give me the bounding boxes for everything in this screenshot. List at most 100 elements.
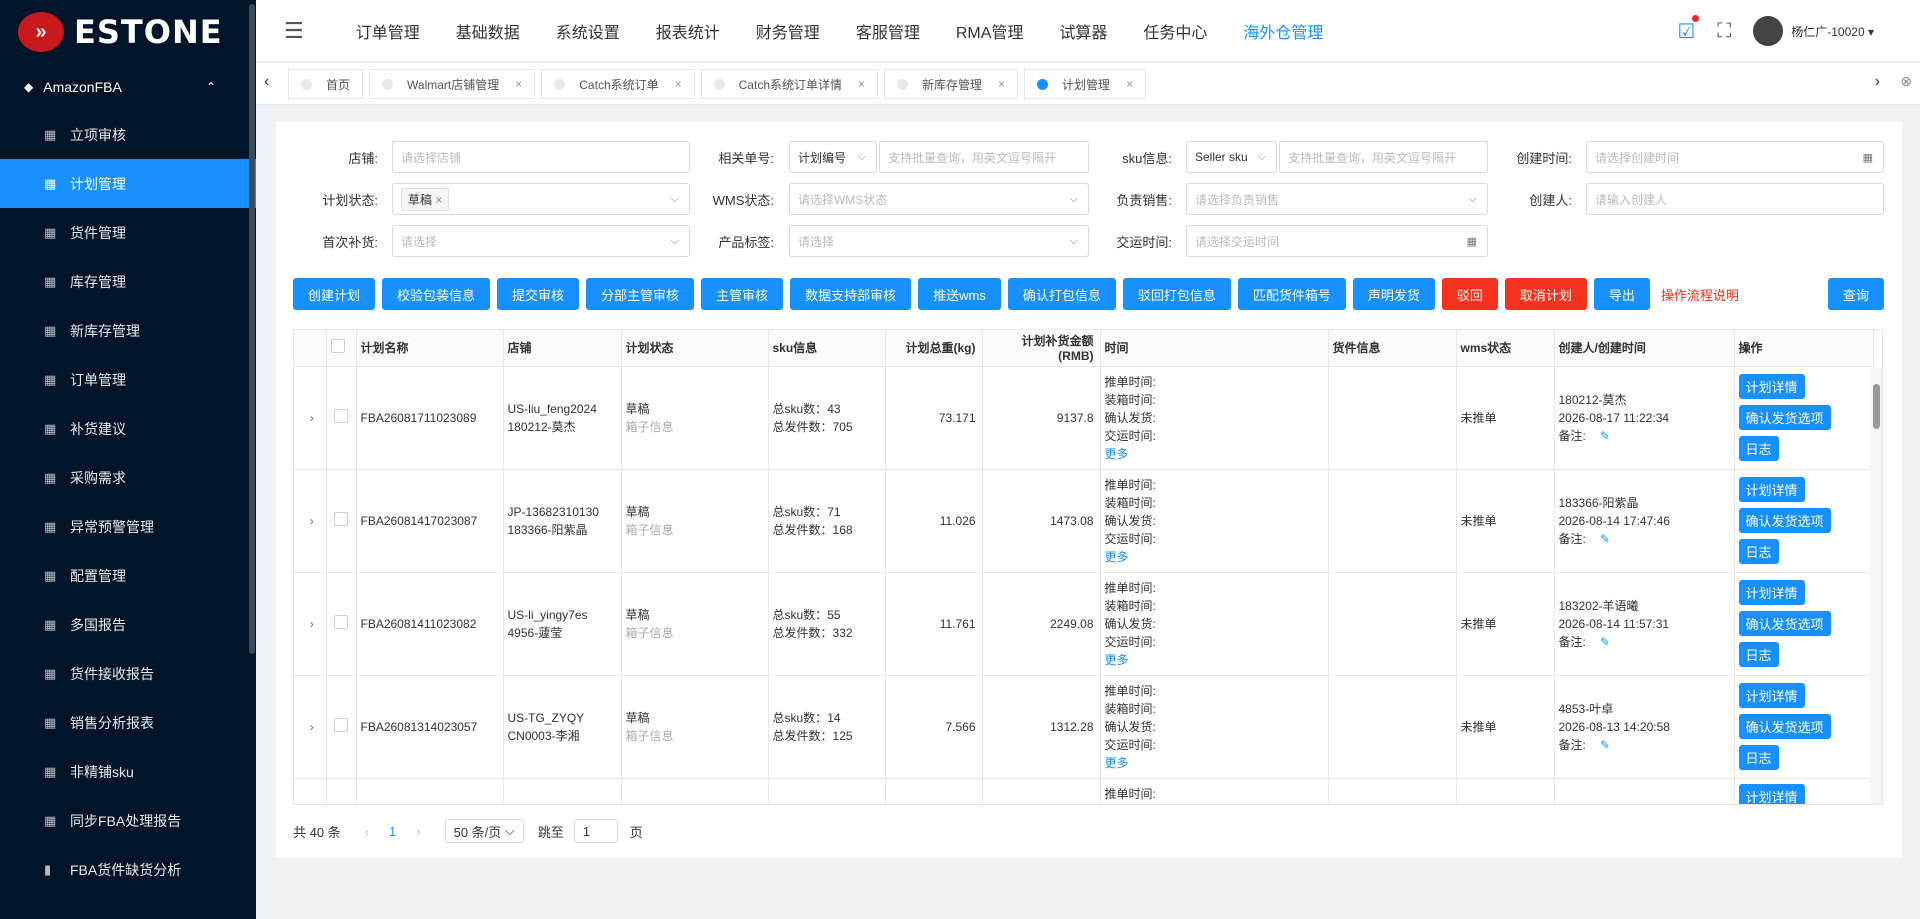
sidebar-item[interactable]: ▦ 配置管理 [0,551,256,600]
close-icon[interactable]: × [858,77,865,91]
close-icon[interactable]: × [998,77,1005,91]
log-button[interactable]: 日志 [1738,745,1779,770]
log-button[interactable]: 日志 [1738,539,1779,564]
sidebar-item[interactable]: ▦ 新库存管理 [0,306,256,355]
expand-row-icon[interactable]: › [310,720,314,734]
fullscreen-icon[interactable]: ⛶ [1717,20,1731,43]
tabs-scroll-left-icon[interactable]: ‹ [264,73,269,91]
tab-item[interactable]: 新库存管理 × [884,69,1019,99]
tab-item[interactable]: 首页 [288,69,364,99]
top-nav-item[interactable]: 试算器 [1059,19,1107,43]
menu-toggle-icon[interactable]: ☰ [284,18,304,44]
edit-pencil-icon[interactable]: ✎ [1600,635,1610,649]
sku-input[interactable]: 支持批量查询，用英文逗号隔开 [1279,141,1488,173]
plan-detail-button[interactable]: 计划详情 [1738,374,1805,399]
action-button[interactable]: 声明发货 [1352,278,1435,310]
table-scrollbar[interactable] [1870,368,1882,804]
ship-time-picker[interactable]: 请选择交运时间 ▦ [1186,225,1488,257]
top-nav-item[interactable]: 客服管理 [856,19,920,43]
tabs-scroll-right-icon[interactable]: › [1875,73,1880,91]
top-nav-item[interactable]: 基础数据 [456,19,520,43]
sidebar-scrollbar[interactable] [249,4,255,654]
expand-row-icon[interactable]: › [310,514,314,528]
edit-pencil-icon[interactable]: ✎ [1600,738,1610,752]
sidebar-item[interactable]: ▦ 同步FBA处理报告 [0,796,256,845]
sidebar-item[interactable]: ▮ FBA货件缺货分析 [0,845,256,894]
sidebar-item[interactable]: ▦ 采购需求 [0,453,256,502]
creator-input[interactable]: 请输入创建人 [1586,183,1884,215]
row-checkbox[interactable] [334,615,348,629]
plan-status-select[interactable]: 草稿 × ⌵ [392,183,690,215]
query-button[interactable]: 查询 [1828,278,1885,310]
confirm-ship-options-button[interactable]: 确认发货选项 [1738,508,1831,533]
close-icon[interactable]: × [515,77,522,91]
select-all-checkbox[interactable] [330,339,345,354]
tab-item[interactable]: Walmart店铺管理 × [369,69,536,99]
next-page-icon[interactable]: › [416,824,420,839]
sidebar-item[interactable]: ▦ 订单管理 [0,355,256,404]
sidebar-item[interactable]: ▦ 多国报告 [0,600,256,649]
sidebar-item[interactable]: ▦ 货件接收报告 [0,649,256,698]
top-nav-item[interactable]: 财务管理 [756,19,820,43]
top-nav-item[interactable]: 报表统计 [656,19,720,43]
top-nav-item[interactable]: 海外仓管理 [1243,19,1323,43]
tab-item[interactable]: Catch系统订单详情 × [700,69,879,99]
action-button[interactable]: 主管审核 [701,278,784,310]
expand-row-icon[interactable]: › [310,617,314,631]
help-link[interactable]: 操作流程说明 [1661,278,1739,310]
task-list-icon[interactable]: ☑ [1677,14,1700,44]
sidebar-item[interactable]: ▦ 异常预警管理 [0,502,256,551]
user-name[interactable]: 杨仁广-10020 ▾ [1791,23,1874,40]
avatar[interactable] [1753,16,1784,46]
top-nav-item[interactable]: 系统设置 [556,19,620,43]
jump-input[interactable]: 1 [573,819,618,843]
related-no-input[interactable]: 支持批量查询，用英文逗号隔开 [879,141,1089,173]
more-link[interactable]: 更多 [1105,754,1328,772]
sidebar-item[interactable]: ▦ 立项审核 [0,110,256,159]
tab-item[interactable]: Catch系统订单 × [541,69,695,99]
sidebar-item[interactable]: ▦ 销售分析报表 [0,698,256,747]
export-button[interactable]: 导出 [1593,278,1650,310]
plan-status-tag[interactable]: 草稿 × [401,187,450,211]
first-replenish-select[interactable]: 请选择 ⌵ [392,225,690,257]
log-button[interactable]: 日志 [1738,436,1779,461]
action-button[interactable]: 匹配货件箱号 [1237,278,1346,310]
related-no-type-select[interactable]: 计划编号 ⌵ [789,141,877,173]
danger-button[interactable]: 取消计划 [1504,278,1587,310]
action-button[interactable]: 推送wms [918,278,1001,310]
danger-button[interactable]: 驳回 [1441,278,1498,310]
plan-detail-button[interactable]: 计划详情 [1738,683,1805,708]
sidebar-item[interactable]: ▦ 补货建议 [0,404,256,453]
create-time-picker[interactable]: 请选择创建时间 ▦ [1586,141,1884,173]
action-button[interactable]: 确认打包信息 [1007,278,1116,310]
action-button[interactable]: 创建计划 [293,278,376,310]
close-icon[interactable]: × [675,77,682,91]
plan-detail-button[interactable]: 计划详情 [1738,783,1805,804]
sidebar-item[interactable]: ▦ 非精铺sku [0,747,256,796]
prev-page-icon[interactable]: ‹ [365,824,369,839]
action-button[interactable]: 校验包装信息 [382,278,491,310]
top-nav-item[interactable]: RMA管理 [956,19,1024,43]
page-number[interactable]: 1 [389,824,396,839]
page-size-select[interactable]: 50 条/页 ⌵ [444,819,524,843]
tab-item[interactable]: 计划管理 × [1024,69,1147,99]
row-checkbox[interactable] [334,409,348,423]
action-button[interactable]: 提交审核 [497,278,580,310]
shop-select[interactable]: 请选择店铺 [392,141,690,173]
top-nav-item[interactable]: 订单管理 [356,19,420,43]
row-checkbox[interactable] [334,718,348,732]
confirm-ship-options-button[interactable]: 确认发货选项 [1738,611,1831,636]
sales-owner-select[interactable]: 请选择负责销售 ⌵ [1186,183,1488,215]
confirm-ship-options-button[interactable]: 确认发货选项 [1738,405,1831,430]
wms-status-select[interactable]: 请选择WMS状态 ⌵ [789,183,1089,215]
more-link[interactable]: 更多 [1105,445,1328,463]
close-icon[interactable]: × [1126,77,1133,91]
sidebar-item[interactable]: ▦ 货件管理 [0,208,256,257]
more-link[interactable]: 更多 [1105,548,1328,566]
more-link[interactable]: 更多 [1105,651,1328,669]
expand-row-icon[interactable]: › [310,411,314,425]
edit-pencil-icon[interactable]: ✎ [1600,429,1610,443]
sku-type-select[interactable]: Seller sku ⌵ [1186,141,1277,173]
plan-detail-button[interactable]: 计划详情 [1738,580,1805,605]
action-button[interactable]: 驳回打包信息 [1122,278,1231,310]
